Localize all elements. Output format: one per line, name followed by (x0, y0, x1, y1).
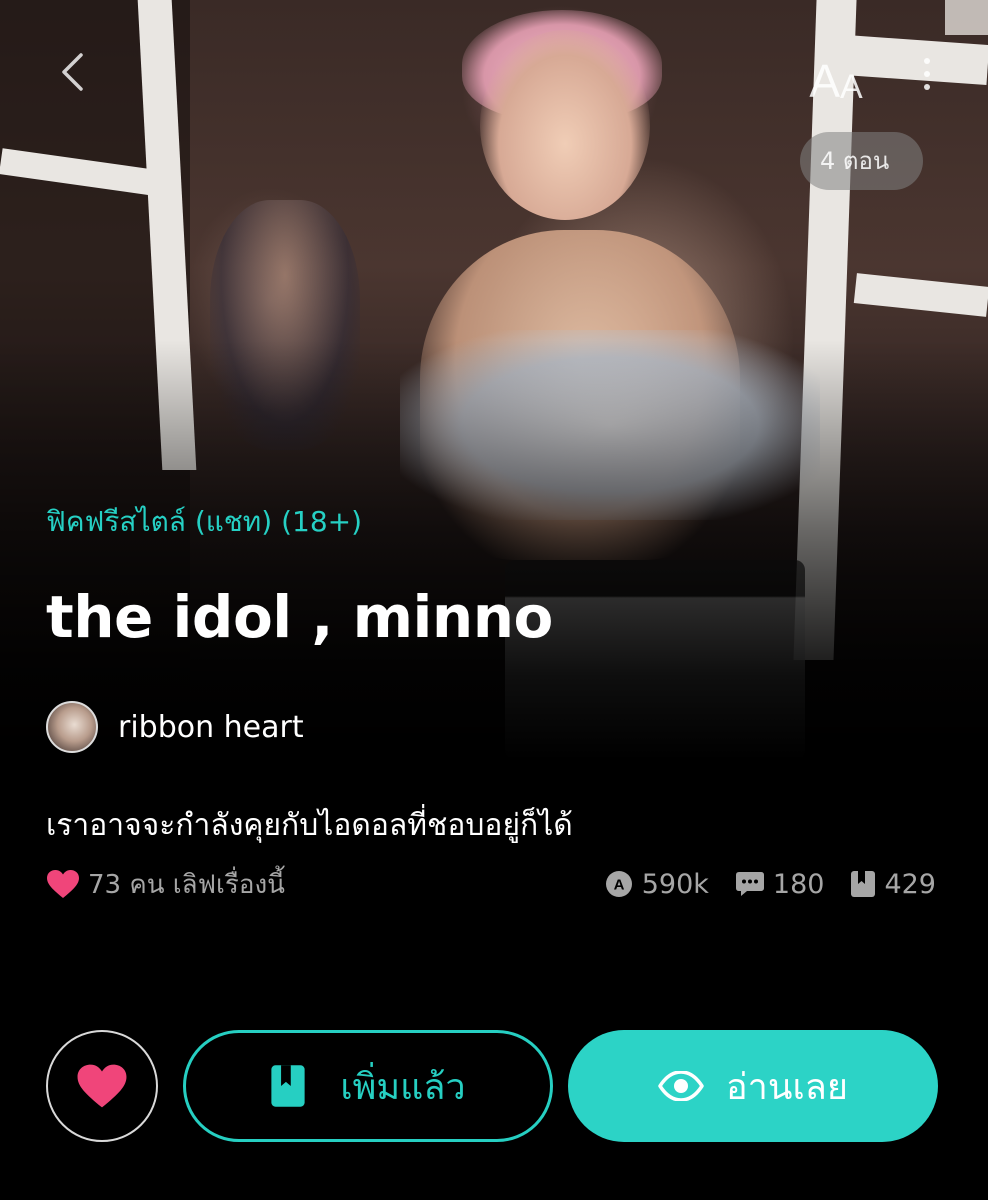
bookmarks-count: 429 (884, 868, 936, 900)
story-category[interactable]: ฟิคฟรีสไตล์ (แชท) (18+) (46, 500, 362, 544)
love-count: 73 คน เลิฟเรื่องนี้ (46, 864, 285, 905)
read-now-button[interactable]: อ่านเลย (568, 1030, 938, 1142)
comments-stat: 180 (735, 868, 825, 900)
more-vertical-icon-dot (924, 71, 930, 77)
episode-count-badge[interactable]: 4 ตอน (800, 132, 924, 190)
more-options-button[interactable] (912, 46, 942, 102)
views-icon: A (605, 871, 632, 897)
views-stat: A 590k (604, 869, 709, 900)
added-to-library-button[interactable]: เพิ่มแล้ว (183, 1030, 553, 1142)
cover-photo-corner (945, 0, 988, 35)
cover-frame-right-mid (853, 273, 988, 317)
font-size-icon-small: A (840, 68, 863, 106)
author-avatar (46, 701, 98, 753)
author-name: ribbon heart (118, 709, 304, 745)
story-description: เราอาจจะกำลังคุยกับไอดอลที่ชอบอยู่ก็ได้ (46, 808, 573, 843)
eye-icon (658, 1071, 704, 1101)
story-stats: A 590k 180 429 (604, 869, 936, 900)
heart-icon (47, 870, 79, 898)
back-button[interactable] (44, 44, 100, 100)
comments-count: 180 (772, 868, 825, 900)
story-meta-row: 73 คน เลิฟเรื่องนี้ A 590k 180 429 (46, 862, 936, 906)
svg-text:A: A (613, 877, 624, 894)
love-count-text: 73 คน เลิฟเรื่องนี้ (88, 869, 285, 900)
bookmark-icon (851, 871, 876, 897)
heart-icon (77, 1064, 127, 1108)
bookmarks-stat: 429 (850, 869, 936, 900)
more-vertical-icon-dot (924, 84, 930, 90)
views-count: 590k (641, 868, 709, 900)
author-link[interactable]: ribbon heart (46, 701, 304, 753)
cover-gradient-fade (0, 340, 988, 760)
cover-figure-head (480, 30, 650, 220)
font-size-icon-large: A (809, 55, 840, 107)
read-button-label: อ่านเลย (726, 1066, 848, 1108)
font-size-button[interactable]: AA (796, 44, 876, 104)
comment-icon (735, 872, 764, 896)
bookmark-book-icon (271, 1065, 305, 1107)
chevron-left-icon (62, 53, 83, 91)
story-title: the idol , minno (46, 583, 553, 651)
added-button-label: เพิ่มแล้ว (340, 1066, 466, 1108)
like-button[interactable] (46, 1030, 158, 1142)
more-vertical-icon-dot (924, 58, 930, 64)
